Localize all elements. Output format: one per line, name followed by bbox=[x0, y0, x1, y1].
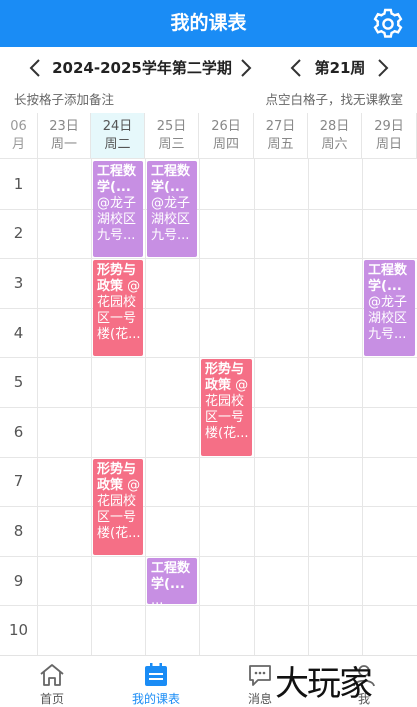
period-number: 1 bbox=[0, 159, 38, 209]
day-header: 26日周四 bbox=[199, 113, 254, 159]
day-header: 24日周二 bbox=[91, 113, 145, 159]
period-number: 5 bbox=[0, 357, 38, 407]
month-unit: 月 bbox=[11, 137, 25, 152]
day-weekday: 周四 bbox=[212, 137, 239, 152]
day-date: 24日 bbox=[102, 119, 133, 134]
course-location: @龙子湖校区九号... bbox=[151, 196, 191, 243]
row-divider bbox=[0, 208, 417, 210]
course-block[interactable]: 形势与政策 @花园校区一号楼(花... bbox=[201, 359, 252, 456]
chevron-left-icon[interactable] bbox=[287, 58, 305, 78]
nav-home[interactable]: 首页 bbox=[0, 656, 104, 707]
course-location: ... bbox=[151, 592, 164, 605]
column-divider bbox=[308, 159, 309, 655]
row-divider bbox=[0, 258, 417, 260]
course-block[interactable]: 工程数学(... @龙子湖校区九号... bbox=[93, 161, 143, 258]
watermark-logo: 大玩家 bbox=[275, 664, 373, 704]
term-label[interactable]: 2024-2025学年第二学期 bbox=[50, 57, 234, 78]
day-weekday: 周三 bbox=[158, 137, 185, 152]
day-header: 28日周六 bbox=[308, 113, 362, 159]
chevron-right-icon[interactable] bbox=[237, 58, 255, 78]
day-header: 25日周三 bbox=[145, 113, 199, 159]
period-number: 7 bbox=[0, 456, 38, 507]
day-date: 28日 bbox=[319, 119, 350, 134]
day-weekday: 周一 bbox=[50, 137, 77, 152]
day-header: 23日周一 bbox=[38, 113, 91, 159]
period-number: 8 bbox=[0, 506, 38, 556]
day-weekday: 周二 bbox=[104, 137, 131, 152]
column-divider bbox=[145, 159, 146, 655]
day-weekday: 周五 bbox=[267, 137, 294, 152]
hint-add-note: 长按格子添加备注 bbox=[14, 92, 115, 107]
day-date: 27日 bbox=[265, 119, 296, 134]
week-label[interactable]: 第21周 bbox=[310, 57, 370, 78]
course-block[interactable]: 形势与政策 @花园校区一号楼(花... bbox=[93, 260, 143, 357]
period-number: 3 bbox=[0, 258, 38, 308]
term-selector: 2024-2025学年第二学期 第21周 bbox=[0, 52, 417, 84]
month-number: 06 bbox=[10, 119, 27, 134]
chevron-left-icon[interactable] bbox=[26, 58, 44, 78]
column-divider bbox=[91, 159, 92, 655]
message-icon bbox=[249, 665, 271, 686]
column-divider bbox=[254, 159, 255, 655]
period-number: 6 bbox=[0, 407, 38, 457]
row-divider bbox=[0, 357, 417, 359]
period-number: 9 bbox=[0, 555, 38, 606]
row-divider bbox=[0, 506, 417, 508]
course-name: 工程数学(... bbox=[97, 164, 137, 195]
nav-home-label: 首页 bbox=[39, 692, 64, 706]
day-header: 27日周五 bbox=[254, 113, 308, 159]
course-name: 工程数学(... bbox=[151, 164, 191, 195]
period-number: 10 bbox=[0, 605, 38, 655]
page-title: 我的课表 bbox=[170, 12, 247, 34]
month-header: 06 月 bbox=[0, 113, 38, 159]
course-name: 工程数学(... bbox=[368, 263, 408, 295]
day-weekday: 周六 bbox=[321, 137, 348, 152]
column-divider bbox=[199, 159, 200, 655]
timetable-grid[interactable]: 06 月 23日 周一 24日 周二 25日 周三 26日 周四 27日 周五 28日 周六 29日 周日… bbox=[0, 113, 417, 656]
period-number: 2 bbox=[0, 208, 38, 259]
course-block[interactable]: 工程数学(... @龙子湖校区九号... bbox=[364, 260, 415, 357]
period-number: 4 bbox=[0, 307, 38, 358]
course-location: @龙子湖校区九号... bbox=[97, 196, 137, 243]
column-divider bbox=[362, 159, 363, 655]
hint-find-room: 点空白格子，找无课教室 bbox=[265, 92, 403, 107]
day-date: 23日 bbox=[49, 119, 79, 134]
day-weekday: 周日 bbox=[375, 137, 402, 152]
chevron-right-icon[interactable] bbox=[374, 58, 392, 78]
course-block[interactable]: 工程数学(... ... bbox=[147, 557, 197, 605]
home-icon bbox=[40, 664, 64, 686]
gear-icon[interactable] bbox=[371, 7, 405, 41]
row-divider bbox=[0, 555, 417, 557]
day-header: 29日周日 bbox=[362, 113, 417, 159]
row-divider bbox=[0, 605, 417, 607]
day-date: 25日 bbox=[156, 119, 187, 134]
top-bar: 我的课表 bbox=[0, 0, 417, 47]
calendar-icon bbox=[145, 663, 167, 686]
course-name: 工程数学(... bbox=[151, 560, 191, 592]
row-divider bbox=[0, 456, 417, 458]
nav-my-schedule[interactable]: 我的课表 bbox=[104, 656, 208, 707]
row-divider bbox=[0, 307, 417, 309]
day-date: 29日 bbox=[374, 119, 404, 134]
nav-my-schedule-label: 我的课表 bbox=[131, 692, 180, 706]
course-location: @龙子湖校区九号... bbox=[368, 295, 408, 343]
course-block[interactable]: 形势与政策 @花园校区一号楼(花... bbox=[93, 458, 143, 555]
course-block[interactable]: 工程数学(... @龙子湖校区九号... bbox=[147, 161, 197, 258]
day-date: 26日 bbox=[211, 119, 241, 134]
